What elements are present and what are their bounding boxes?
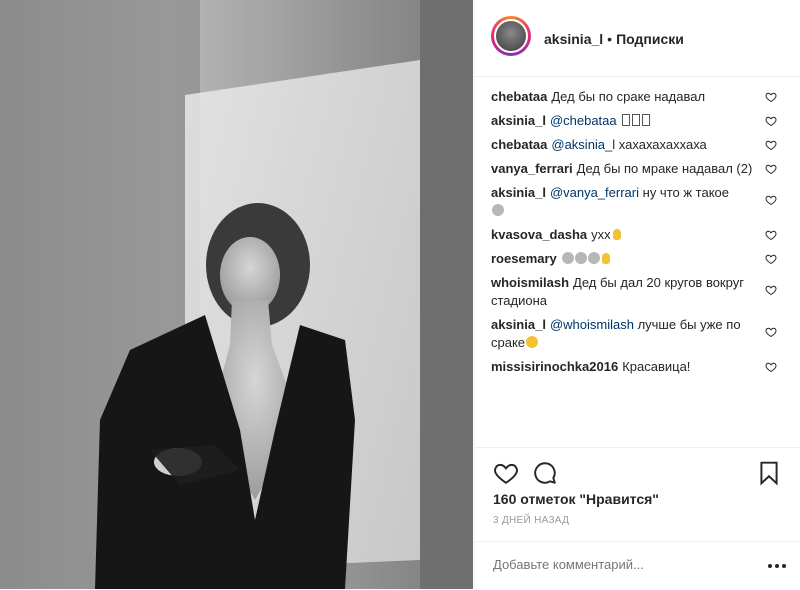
following-button[interactable]: Подписки: [616, 31, 684, 47]
more-dots-icon[interactable]: [765, 554, 789, 578]
photo-image: [0, 0, 473, 589]
comment-text: хахахахаххаха: [618, 137, 707, 152]
avatar[interactable]: [494, 19, 528, 53]
header-text: aksinia_l • Подписки: [544, 30, 684, 48]
comment-username[interactable]: missisirinochka2016: [491, 359, 618, 374]
comment-item: chebataa Дед бы по сраке надавал: [491, 88, 791, 106]
heart-icon[interactable]: [493, 460, 519, 486]
comment-item: missisirinochka2016 Красавица!: [491, 358, 791, 376]
heart-outline-small-icon[interactable]: [765, 326, 777, 338]
emoji-cat-icon: [561, 252, 574, 264]
unsupported-glyph-icon: [642, 114, 651, 126]
heart-outline-small-icon[interactable]: [765, 139, 777, 151]
comment-username[interactable]: kvasova_dasha: [491, 227, 587, 242]
comment-item: aksinia_l @whoismilash лучше бы уже по ср…: [491, 316, 791, 352]
comment-item: whoismilash Дед бы дал 20 кругов вокруг с…: [491, 274, 791, 310]
heart-outline-small-icon[interactable]: [765, 253, 777, 265]
comment-mention[interactable]: @aksinia_l: [551, 137, 615, 152]
emoji-laugh-icon: [526, 336, 539, 348]
heart-outline-small-icon[interactable]: [765, 115, 777, 127]
likes-count[interactable]: 160 отметок "Нравится": [493, 491, 659, 507]
comment-mention[interactable]: @vanya_ferrari: [550, 185, 639, 200]
heart-outline-small-icon[interactable]: [765, 361, 777, 373]
post-header: aksinia_l • Подписки: [475, 0, 800, 77]
comment-text: Дед бы по мраке надавал (2): [576, 161, 753, 176]
unsupported-glyph-icon: [632, 114, 641, 126]
bookmark-icon[interactable]: [756, 460, 782, 486]
emoji-cat-icon: [574, 252, 587, 264]
comment-bubble-icon[interactable]: [532, 460, 558, 486]
post-photo[interactable]: [0, 0, 473, 589]
comments-list: chebataa Дед бы по сраке надавал aksinia_…: [491, 88, 791, 382]
action-bar: [475, 447, 800, 486]
comment-item: kvasova_dasha ухх: [491, 226, 791, 244]
emoji-cat-icon: [587, 252, 600, 264]
post-details-panel: aksinia_l • Подписки chebataa Дед бы по сра…: [474, 0, 800, 589]
comment-text: Красавица!: [622, 359, 691, 374]
comment-item: roesemary: [491, 250, 791, 268]
heart-outline-small-icon[interactable]: [765, 229, 777, 241]
emoji-hand-icon: [601, 253, 610, 264]
heart-outline-small-icon[interactable]: [765, 163, 777, 175]
comment-item: aksinia_l @chebataa: [491, 112, 791, 130]
comment-username[interactable]: whoismilash: [491, 275, 569, 290]
add-comment-bar: [475, 541, 800, 590]
post-timestamp[interactable]: 3 дней назад: [493, 515, 569, 526]
comment-username[interactable]: roesemary: [491, 251, 557, 266]
heart-outline-small-icon[interactable]: [765, 194, 777, 206]
comment-text: Дед бы по сраке надавал: [551, 89, 706, 104]
comment-item: chebataa @aksinia_l хахахахаххаха: [491, 136, 791, 154]
comment-username[interactable]: chebataa: [491, 137, 547, 152]
comment-mention[interactable]: @whoismilash: [550, 317, 634, 332]
comment-input[interactable]: [493, 557, 753, 572]
comment-username[interactable]: chebataa: [491, 89, 547, 104]
comment-username[interactable]: aksinia_l: [491, 317, 546, 332]
comment-username[interactable]: aksinia_l: [491, 113, 546, 128]
comment-username[interactable]: aksinia_l: [491, 185, 546, 200]
comment-item: vanya_ferrari Дед бы по мраке надавал (2): [491, 160, 791, 178]
comment-text: ну что ж такое: [642, 185, 729, 200]
avatar-story-ring[interactable]: [491, 16, 531, 56]
comment-item: aksinia_l @vanya_ferrari ну что ж такое: [491, 184, 791, 220]
unsupported-glyph-icon: [622, 114, 631, 126]
author-username[interactable]: aksinia_l: [544, 31, 603, 47]
emoji-hand-icon: [612, 229, 621, 240]
comment-text: ухх: [591, 227, 611, 242]
heart-outline-small-icon[interactable]: [765, 284, 777, 296]
comment-username[interactable]: vanya_ferrari: [491, 161, 573, 176]
comment-mention[interactable]: @chebataa: [550, 113, 617, 128]
emoji-face-icon: [492, 204, 504, 216]
header-separator: •: [607, 31, 613, 47]
heart-outline-small-icon[interactable]: [765, 91, 777, 103]
